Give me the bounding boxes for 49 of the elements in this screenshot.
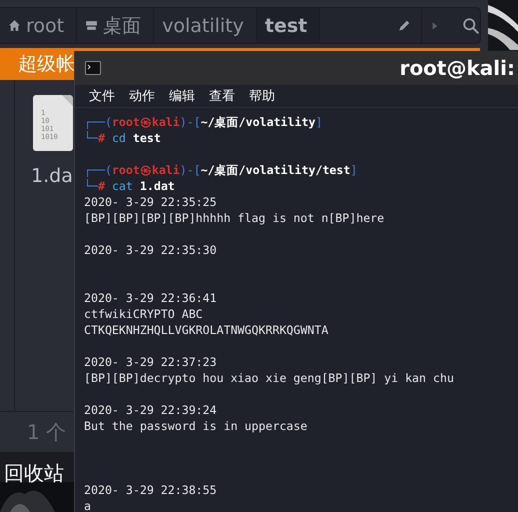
banner-text: 超级帐 <box>18 52 75 77</box>
prompt-host: kali <box>152 163 180 177</box>
output-line: [BP][BP]decrypto hou xiao xie geng[BP][BP] yi kan chu <box>84 371 454 385</box>
breadcrumb[interactable]: root <box>0 8 78 43</box>
prompt-host: kali <box>152 115 180 129</box>
menu-item[interactable]: 文件 <box>89 87 115 105</box>
output-line: 2020- 3-29 22:35:30 <box>84 243 217 257</box>
terminal-icon <box>85 61 101 75</box>
desktop-label[interactable]: 回收站 <box>4 460 64 487</box>
prompt-symbol: ㉿ <box>140 163 152 177</box>
prompt-hash: # <box>98 131 105 145</box>
output-line: 2020- 3-29 22:35:25 <box>84 195 217 209</box>
command-argument: 1.dat <box>140 179 175 193</box>
prompt-user: root <box>112 163 140 177</box>
output-line: 2020- 3-29 22:38:55 <box>84 483 217 497</box>
prompt-frame: └─ <box>84 179 98 193</box>
prompt-frame: ┌──( <box>84 163 112 177</box>
output-line: a <box>84 499 91 512</box>
prompt-symbol: ㉿ <box>140 115 152 129</box>
prompt-frame: └─ <box>84 131 98 145</box>
prompt-frame: ┌──( <box>84 115 112 129</box>
output-line: 2020- 3-29 22:37:23 <box>84 355 217 369</box>
breadcrumb[interactable]: test <box>256 8 320 43</box>
menu-item[interactable]: 查看 <box>209 87 235 105</box>
output-line: CTKQEKNHZHQLLVGKROLATNWGQKRRKQGWNTA <box>84 323 328 337</box>
output-line: But the password is in uppercase <box>84 419 308 433</box>
desktop-icon <box>85 19 98 32</box>
prompt-user: root <box>112 115 140 129</box>
prompt-path: ~/桌面/volatility <box>200 115 316 129</box>
command-argument: test <box>132 131 161 145</box>
window-title: root@kali: <box>400 56 515 80</box>
prompt-frame: ] <box>315 115 322 129</box>
prompt-path: ~/桌面/volatility/test <box>200 163 350 177</box>
menu-item[interactable]: 帮助 <box>249 87 275 105</box>
file-name[interactable]: 1.da <box>31 165 73 187</box>
menu-item[interactable]: 动作 <box>129 87 155 105</box>
output-line: ctfwikiCRYPTO ABC <box>84 307 203 321</box>
breadcrumb[interactable]: 桌面 <box>77 8 154 43</box>
command-name: cat <box>112 179 133 193</box>
home-icon <box>8 19 21 32</box>
prompt-hash: # <box>98 179 105 193</box>
output-line: 2020- 3-29 22:36:41 <box>84 291 217 305</box>
command-name: cd <box>112 131 126 145</box>
prompt-frame: ] <box>350 163 358 177</box>
prompt-frame: )-[ <box>180 163 201 177</box>
menu-item[interactable]: 编辑 <box>169 87 195 105</box>
output-line: [BP][BP][BP][BP]hhhhh flag is not n[BP]here <box>84 211 384 225</box>
prompt-frame: )-[ <box>180 115 201 129</box>
search-icon[interactable] <box>462 16 480 34</box>
